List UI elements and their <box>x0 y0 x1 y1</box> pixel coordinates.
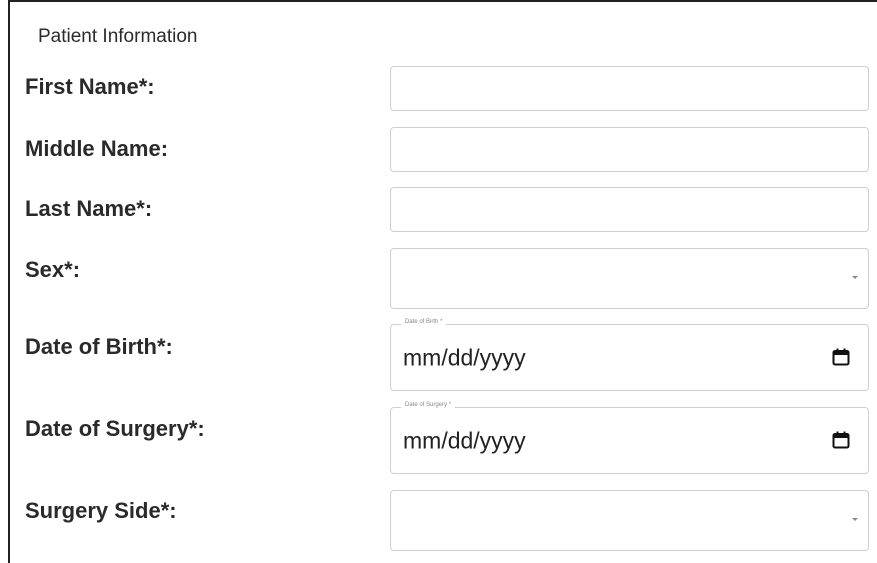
chevron-down-icon <box>852 517 858 521</box>
date-of-birth-field[interactable]: Date of Birth * mm/dd/yyyy <box>390 319 869 391</box>
date-of-birth-label: Date of Birth*: <box>25 334 173 359</box>
calendar-icon[interactable] <box>832 348 850 366</box>
calendar-icon[interactable] <box>832 431 850 449</box>
first-name-field[interactable] <box>390 66 869 111</box>
surgery-side-label: Surgery Side*: <box>25 498 177 523</box>
middle-name-label: Middle Name: <box>25 136 169 161</box>
sex-select[interactable] <box>390 248 869 309</box>
chevron-down-icon <box>852 275 858 279</box>
date-of-surgery-label: Date of Surgery*: <box>25 416 205 441</box>
form-border-left <box>8 0 10 563</box>
first-name-input[interactable] <box>391 67 868 110</box>
sex-label: Sex*: <box>25 257 81 282</box>
last-name-input[interactable] <box>391 188 868 231</box>
middle-name-input[interactable] <box>391 128 868 171</box>
last-name-field[interactable] <box>390 187 869 232</box>
section-title: Patient Information <box>38 26 198 47</box>
first-name-label: First Name*: <box>25 74 155 99</box>
middle-name-field[interactable] <box>390 127 869 172</box>
last-name-label: Last Name*: <box>25 196 153 221</box>
surgery-side-select[interactable] <box>390 490 869 551</box>
date-of-surgery-floating-label: Date of Surgery * <box>401 402 456 408</box>
date-of-surgery-field[interactable]: Date of Surgery * mm/dd/yyyy <box>390 402 869 474</box>
date-of-birth-value: mm/dd/yyyy <box>403 344 526 370</box>
date-of-surgery-value: mm/dd/yyyy <box>403 427 526 453</box>
form-border-top <box>8 0 877 2</box>
patient-information-form: Patient Information First Name*: Middle … <box>0 0 877 563</box>
date-of-birth-floating-label: Date of Birth * <box>401 319 447 325</box>
